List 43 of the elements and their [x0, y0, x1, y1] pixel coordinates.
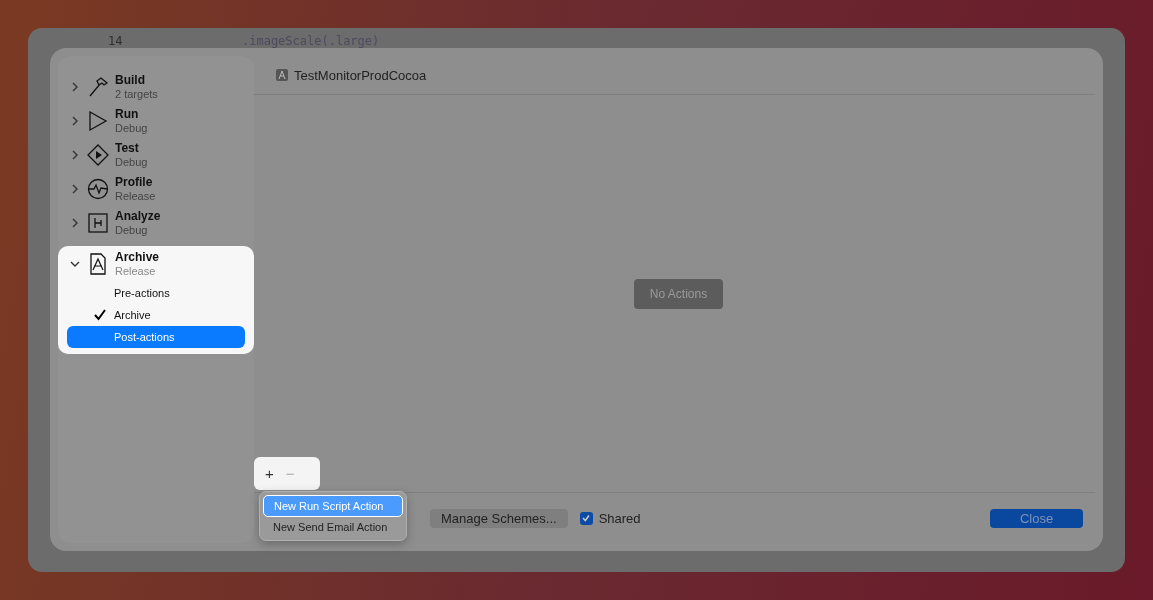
action-step-item[interactable]: Post-actions: [67, 326, 245, 348]
chevron-right-icon[interactable]: [70, 82, 80, 92]
line-number: 14: [108, 34, 124, 48]
action-step-item[interactable]: Archive: [67, 304, 245, 326]
scheme-action-item[interactable]: Test Debug: [58, 138, 254, 172]
app-icon: [276, 69, 288, 81]
action-name: Profile: [115, 175, 154, 189]
empty-state-label: No Actions: [633, 278, 724, 309]
chevron-right-icon[interactable]: [70, 150, 80, 160]
action-configuration: 2 targets: [115, 87, 158, 101]
chevron-right-icon[interactable]: [70, 184, 80, 194]
scheme-action-item[interactable]: Analyze Debug: [58, 206, 254, 240]
action-name: Test: [115, 141, 140, 155]
menu-item[interactable]: New Send Email Action: [263, 517, 403, 537]
scheme-action-item[interactable]: Archive Release: [58, 246, 254, 282]
scheme-action-item[interactable]: Profile Release: [58, 172, 254, 206]
action-configuration: Debug: [115, 155, 148, 169]
hammer-icon: [87, 76, 109, 98]
shared-label: Shared: [598, 510, 641, 526]
document-icon: [87, 253, 109, 275]
scheme-title: TestMonitorProdCocoa: [294, 67, 427, 83]
action-name: Archive: [115, 250, 160, 264]
action-configuration: Release: [115, 189, 156, 203]
play-icon: [87, 110, 109, 132]
bracket-square-icon: [87, 212, 109, 234]
action-name: Build: [115, 73, 146, 87]
shared-checkbox[interactable]: [579, 511, 593, 525]
action-configuration: Release: [115, 264, 157, 278]
scheme-action-item[interactable]: Run Debug: [58, 104, 254, 138]
action-configuration: Debug: [115, 121, 148, 135]
add-button[interactable]: +: [265, 465, 274, 482]
checkmark-icon: [94, 309, 106, 321]
manage-schemes-button[interactable]: Manage Schemes...: [430, 508, 568, 528]
chevron-down-icon[interactable]: [70, 259, 80, 269]
action-name: Analyze: [115, 209, 161, 223]
waveform-circle-icon: [87, 178, 109, 200]
scheme-action-item[interactable]: Build 2 targets: [58, 70, 254, 104]
action-step-item[interactable]: Pre-actions: [67, 282, 245, 304]
diamond-play-icon: [87, 144, 109, 166]
action-name: Run: [115, 107, 140, 121]
action-configuration: Debug: [115, 223, 149, 237]
chevron-right-icon[interactable]: [70, 218, 80, 228]
chevron-right-icon[interactable]: [70, 116, 80, 126]
